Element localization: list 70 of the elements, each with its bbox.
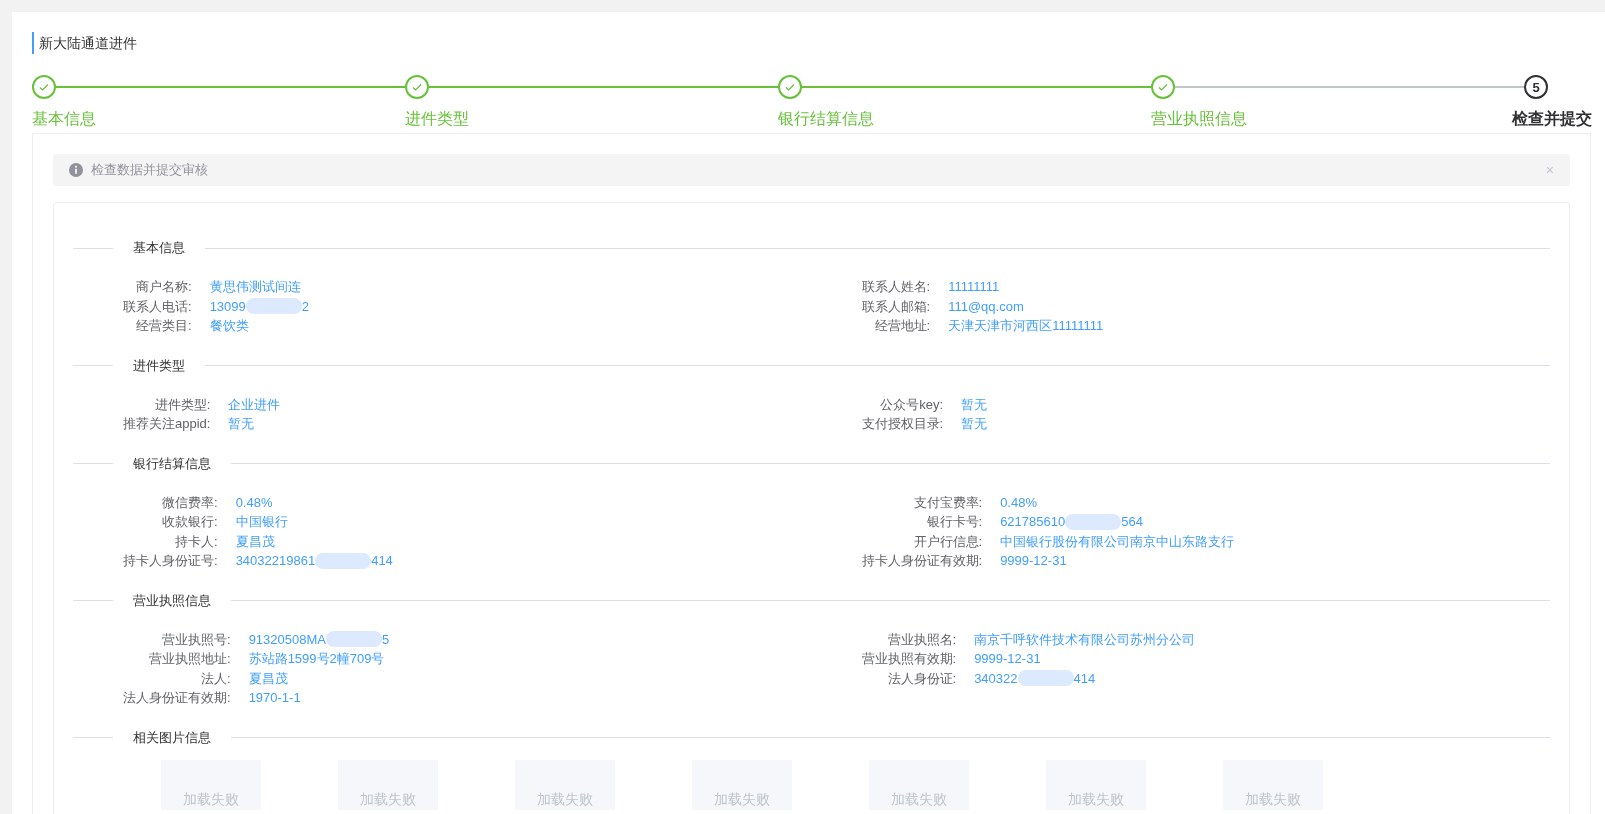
field-value: 0.48% (1000, 493, 1037, 512)
field-value: 南京千呼软件技术有限公司苏州分公司 (974, 630, 1196, 649)
section-title: 相关图片信息 (132, 728, 212, 747)
section-title: 进件类型 (132, 356, 186, 375)
step-number: 5 (1524, 75, 1548, 99)
field-label: 经营地址: (873, 317, 931, 335)
field-value: 暂无 (228, 415, 255, 433)
field-label: 开户行信息: (912, 532, 983, 551)
field-value: 中国银行股份有限公司南京中山东路支行 (1000, 532, 1235, 551)
field-value: 5 (381, 630, 390, 649)
step-label[interactable]: 检查并提交 (1512, 108, 1592, 130)
field-value: 暂无 (961, 395, 988, 414)
field-value: 34032219861 (235, 552, 316, 570)
field-label: 联系人邮箱: (861, 297, 931, 316)
field-label: 支付授权目录: (861, 415, 944, 433)
field-label: 公众号key: (879, 395, 944, 414)
field-value: 中国银行 (235, 513, 288, 531)
field-value: 111@qq.com (948, 297, 1024, 316)
field-value: 苏站路1599号2幢709号 (248, 650, 385, 668)
field-value: 564 (1121, 513, 1143, 531)
alert-message: 检查数据并提交审核 (91, 161, 209, 179)
field-label: 法人身份证: (886, 669, 957, 688)
field-value: 夏昌茂 (235, 532, 275, 551)
field-label: 银行卡号: (925, 513, 983, 531)
step-label[interactable]: 银行结算信息 (778, 108, 874, 130)
page-title: 新大陆通道进件 (32, 32, 1605, 54)
field-value: 黄思伟测试间连 (209, 278, 301, 296)
field-label: 支付宝费率: (912, 493, 983, 512)
field-value: 夏昌茂 (248, 669, 288, 688)
field-label: 联系人姓名: (861, 278, 931, 296)
section-title: 营业执照信息 (132, 591, 212, 610)
step-label[interactable]: 基本信息 (32, 108, 96, 130)
field-value: 9999-12-31 (1000, 552, 1067, 570)
step-label[interactable]: 进件类型 (405, 108, 469, 130)
field-value: 暂无 (961, 415, 988, 433)
field-value: 2 (301, 297, 309, 316)
field-label: 持卡人: (174, 532, 218, 551)
field-value: 11111111 (948, 278, 1000, 296)
field-value: 0.48% (235, 493, 273, 512)
field-value: 91320508MA (248, 630, 326, 649)
field-value: 企业进件 (228, 395, 281, 414)
section-title: 银行结算信息 (132, 454, 212, 473)
field-label: 营业执照号: (161, 630, 231, 649)
field-label: 微信费率: (161, 493, 218, 512)
field-value: 414 (371, 552, 393, 570)
section-title: 基本信息 (132, 239, 186, 257)
field-label: 推荐关注appid: (123, 415, 211, 433)
field-label: 持卡人身份证有效期: (861, 552, 983, 570)
field-value: 天津天津市河西区11111111 (948, 317, 1104, 335)
field-label: 联系人电话: (123, 297, 192, 316)
field-label: 经营类目: (135, 317, 192, 335)
field-value: 621785610 (1000, 513, 1066, 531)
field-label: 进件类型: (153, 395, 211, 414)
field-value: 414 (1073, 669, 1096, 688)
field-value: 13099 (209, 297, 246, 316)
info-icon (69, 163, 83, 177)
field-label: 法人: (200, 669, 231, 688)
field-label: 营业执照地址: (148, 650, 231, 668)
field-label: 法人身份证有效期: (123, 689, 231, 707)
field-label: 商户名称: (135, 278, 192, 296)
field-value: 9999-12-31 (974, 650, 1041, 668)
field-value: 餐饮类 (209, 317, 249, 335)
field-label: 收款银行: (161, 513, 218, 531)
field-label: 持卡人身份证号: (123, 552, 218, 570)
field-value: 340322 (974, 669, 1018, 688)
field-value: 1970-1-1 (248, 689, 301, 707)
step-label[interactable]: 营业执照信息 (1151, 108, 1247, 130)
field-label: 营业执照有效期: (861, 650, 957, 668)
close-button[interactable]: × (1545, 162, 1554, 178)
field-label: 营业执照名: (886, 630, 957, 649)
